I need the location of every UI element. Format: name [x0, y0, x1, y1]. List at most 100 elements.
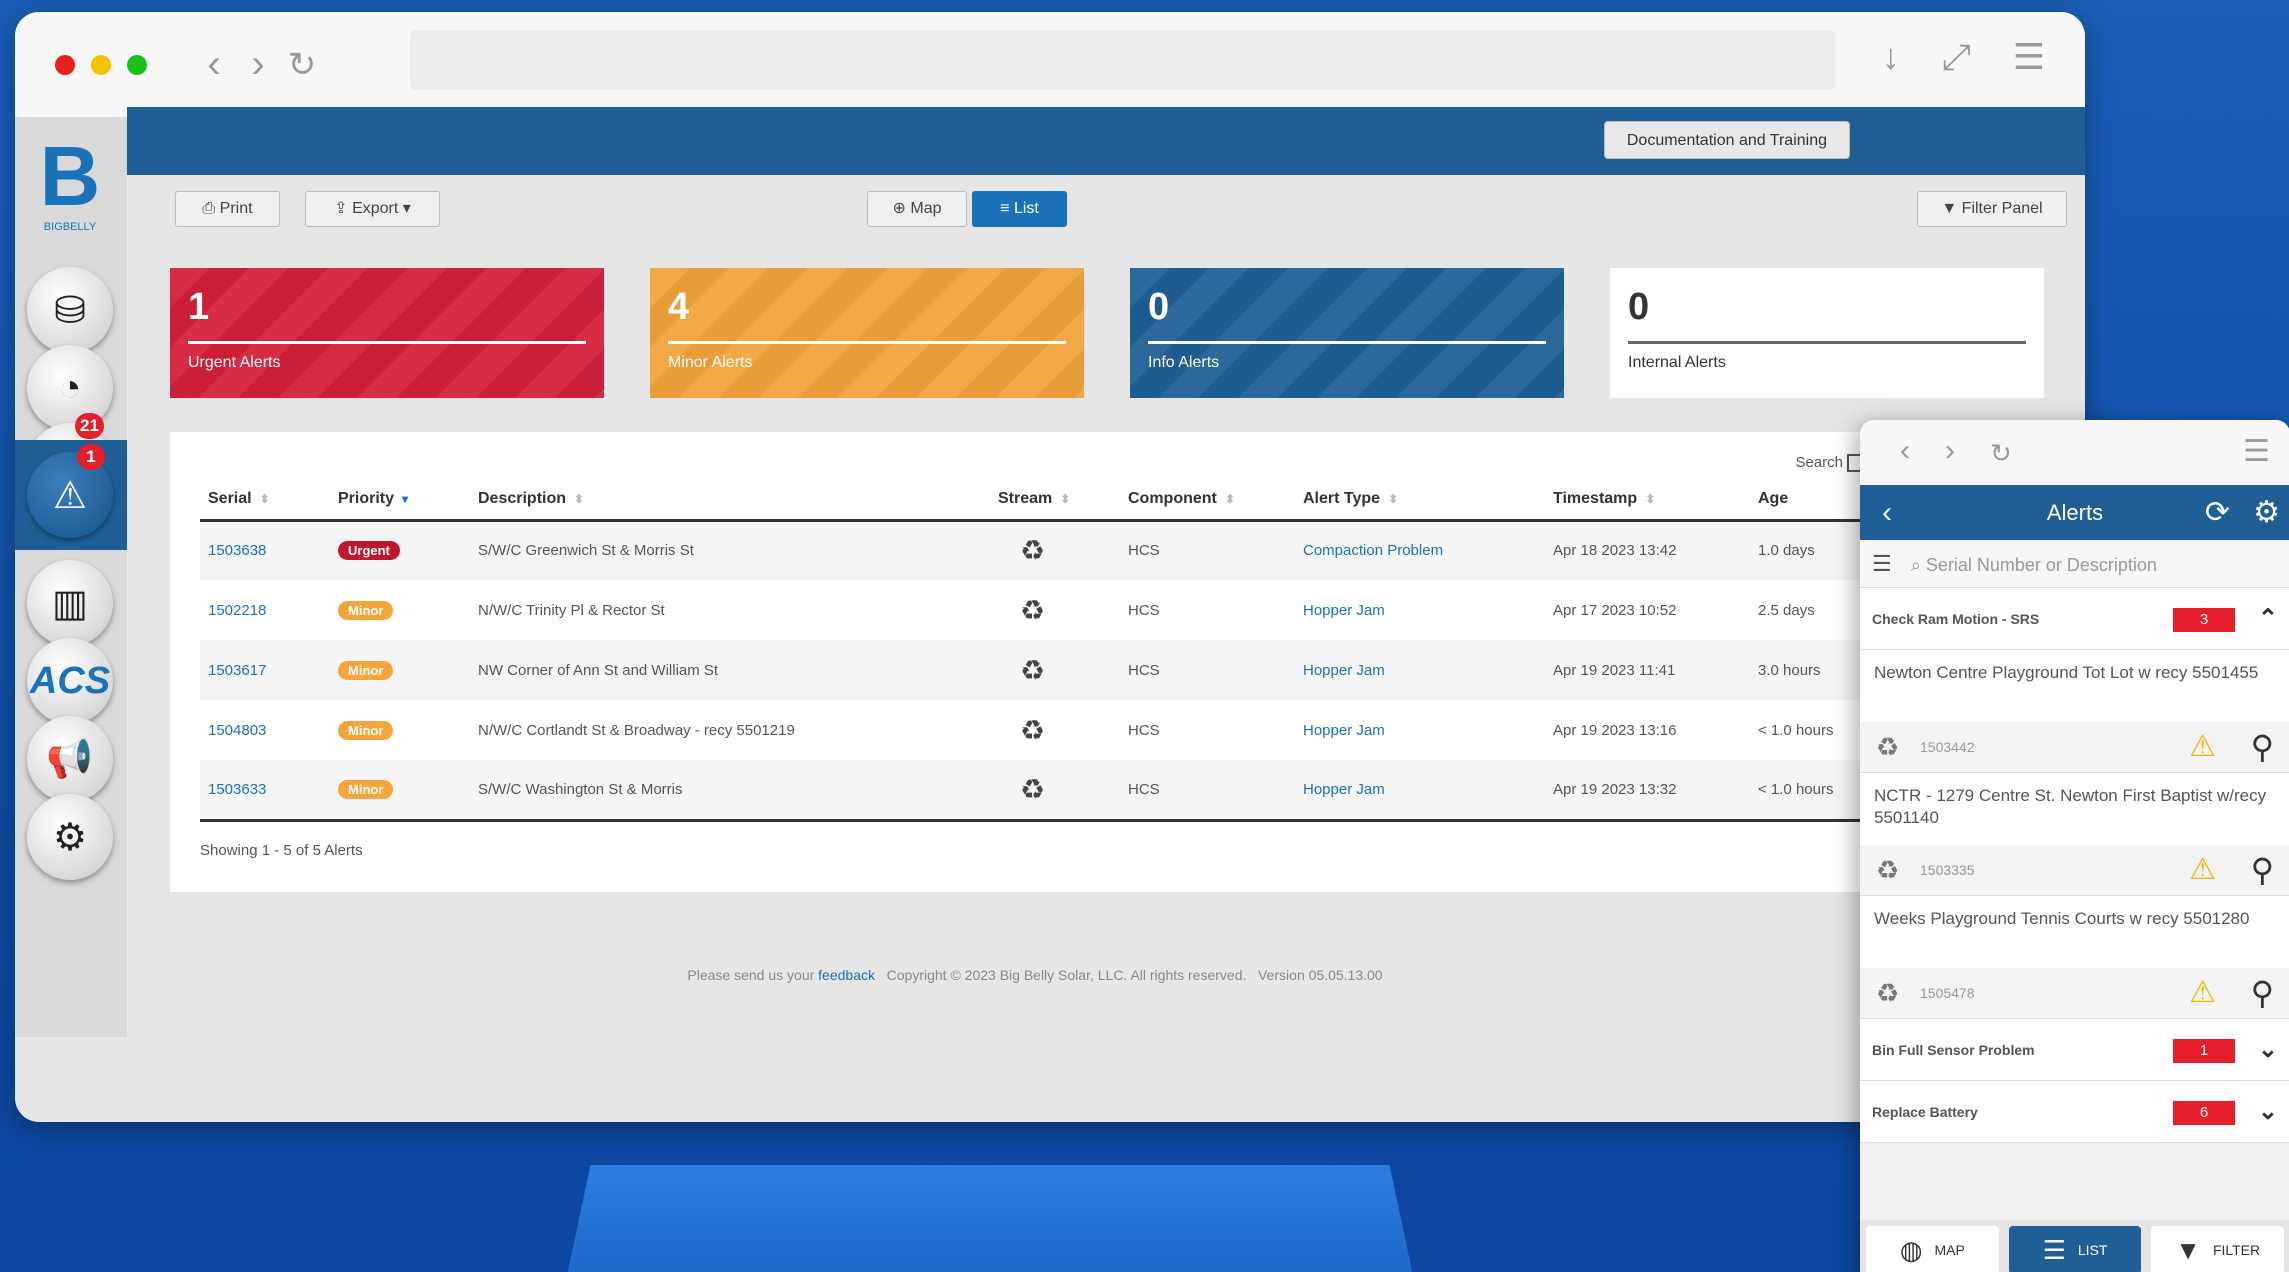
refresh-icon[interactable]: ⟳	[2205, 485, 2230, 540]
alert-type-link[interactable]: Hopper Jam	[1303, 662, 1385, 679]
col-component[interactable]: Component ⬍	[1120, 480, 1295, 522]
reload-icon[interactable]: ↻	[285, 45, 319, 85]
sidebar-settings-button[interactable]: ⚙	[27, 794, 113, 880]
mobile-menu-icon[interactable]: ☰	[2243, 434, 2270, 469]
gear-icon[interactable]: ⚙	[2253, 485, 2280, 540]
item-title: Newton Centre Playground Tot Lot w recy …	[1874, 663, 2259, 682]
footer-version: Version 05.05.13.00	[1258, 967, 1383, 983]
zoom-icon[interactable]: ⚲	[2251, 722, 2274, 772]
sidebar-announcements-button[interactable]: 📢	[27, 716, 113, 802]
chevron-down-icon[interactable]: ⌄	[2258, 1081, 2278, 1143]
serial-link[interactable]: 1503638	[208, 542, 266, 559]
filter-panel-button[interactable]: ▼ Filter Panel	[1917, 191, 2067, 227]
zoom-icon[interactable]: ⚲	[2251, 968, 2274, 1018]
back-arrow-icon[interactable]: ‹	[1882, 485, 1892, 540]
col-priority[interactable]: Priority ▾	[330, 480, 470, 522]
close-window-dot[interactable]	[55, 54, 75, 75]
bin-dashboard-icon: ⛁	[54, 289, 86, 332]
internal-alerts-card[interactable]: 0 Internal Alerts	[1610, 268, 2044, 398]
col-alert-type[interactable]: Alert Type ⬍	[1295, 480, 1545, 522]
alert-group-check-ram[interactable]: Check Ram Motion - SRS 3 ⌃	[1860, 588, 2289, 650]
zoom-icon[interactable]: ⚲	[2251, 845, 2274, 895]
table-row[interactable]: 1504803 Minor N/W/C Cortlandt St & Broad…	[200, 700, 1890, 760]
sort-lines-icon[interactable]: ☰	[1872, 551, 1892, 576]
minor-label: Minor Alerts	[668, 354, 753, 371]
info-alerts-card[interactable]: 0 Info Alerts	[1130, 268, 1564, 398]
col-label: Alert Type	[1303, 490, 1381, 508]
maximize-window-dot[interactable]	[127, 54, 147, 75]
serial-link[interactable]: 1504803	[208, 722, 266, 739]
alert-type-link[interactable]: Hopper Jam	[1303, 602, 1385, 619]
back-icon[interactable]: ‹	[197, 42, 231, 87]
minor-alerts-card[interactable]: 4 Minor Alerts	[650, 268, 1084, 398]
warning-icon: ⚠	[2189, 853, 2216, 886]
component-cell: HCS	[1120, 520, 1295, 580]
sort-icon: ⬍	[1388, 492, 1399, 507]
mobile-filter-tab[interactable]: ▼ FILTER	[2151, 1226, 2285, 1272]
chevron-up-icon[interactable]: ⌃	[2258, 588, 2278, 650]
col-stream[interactable]: Stream ⬍	[990, 480, 1120, 522]
urgent-alerts-card[interactable]: 1 Urgent Alerts	[170, 268, 604, 398]
chevron-down-icon[interactable]: ⌄	[2258, 1019, 2278, 1081]
list-icon: ≡	[1000, 200, 1014, 217]
serial-link[interactable]: 1503617	[208, 662, 266, 679]
list-item[interactable]: NCTR - 1279 Centre St. Newton First Bapt…	[1860, 773, 2289, 896]
export-label: Export	[352, 200, 399, 217]
list-item[interactable]: Weeks Playground Tennis Courts w recy 55…	[1860, 896, 2289, 1019]
priority-badge: Urgent	[338, 541, 400, 561]
alert-type-link[interactable]: Compaction Problem	[1303, 542, 1443, 559]
item-detail-row: ♻ 1503335 ⚠ ⚲	[1860, 845, 2289, 895]
minimize-window-dot[interactable]	[91, 54, 111, 75]
list-view-button[interactable]: ≡ List	[972, 191, 1067, 227]
serial-link[interactable]: 1503633	[208, 781, 266, 798]
sidebar-alerts-active: ⚠ 1	[15, 440, 127, 550]
forward-icon[interactable]: ›	[241, 42, 275, 87]
mobile-list-tab[interactable]: ☰ LIST	[2008, 1226, 2142, 1272]
mobile-forward-icon[interactable]: ›	[1945, 434, 1955, 468]
bigbelly-logo: B BIGBELLY	[37, 131, 103, 239]
alert-type-link[interactable]: Hopper Jam	[1303, 722, 1385, 739]
sidebar-dashboard-button[interactable]: ⛁	[27, 267, 113, 353]
address-bar[interactable]	[410, 30, 1835, 90]
print-button[interactable]: ⎙ Print	[175, 191, 280, 227]
search-control[interactable]: Search	[1795, 454, 1865, 473]
alert-group-bin-full[interactable]: Bin Full Sensor Problem 1 ⌄	[1860, 1019, 2289, 1081]
sidebar-acs-button[interactable]: ACS	[27, 638, 113, 724]
mobile-search-bar[interactable]: ☰ ⌕ Serial Number or Description	[1860, 540, 2289, 588]
menu-icon[interactable]: ☰	[2013, 36, 2045, 79]
fullscreen-icon[interactable]: ⤢	[1942, 36, 1971, 79]
item-serial: 1505478	[1920, 985, 1975, 1001]
trash-can-icon: ♻	[1876, 855, 1900, 885]
item-title: NCTR - 1279 Centre St. Newton First Bapt…	[1874, 786, 2267, 827]
list-item[interactable]: Newton Centre Playground Tot Lot w recy …	[1860, 650, 2289, 773]
description-cell: N/W/C Trinity Pl & Rector St	[478, 601, 665, 619]
col-description[interactable]: Description ⬍	[470, 480, 990, 522]
col-label: Component	[1128, 490, 1217, 508]
export-button[interactable]: ⇪ Export ▾	[305, 191, 440, 227]
mobile-back-icon[interactable]: ‹	[1900, 434, 1910, 468]
group-count-badge: 3	[2173, 608, 2235, 632]
serial-link[interactable]: 1502218	[208, 602, 266, 619]
acs-icon: ACS	[29, 659, 111, 702]
table-row[interactable]: 1503638 Urgent S/W/C Greenwich St & Morr…	[200, 520, 1890, 580]
table-row[interactable]: 1502218 Minor N/W/C Trinity Pl & Rector …	[200, 580, 1890, 640]
filter-icon: ▼	[1941, 200, 1962, 217]
col-timestamp[interactable]: Timestamp ⬍	[1545, 480, 1750, 522]
mobile-map-tab[interactable]: ◍ MAP	[1866, 1226, 1999, 1272]
table-row[interactable]: 1503617 Minor NW Corner of Ann St and Wi…	[200, 640, 1890, 700]
component-cell: HCS	[1120, 640, 1295, 700]
alert-group-replace-battery[interactable]: Replace Battery 6 ⌄	[1860, 1081, 2289, 1143]
map-view-button[interactable]: ⊕ Map	[867, 191, 967, 227]
table-row[interactable]: 1503633 Minor S/W/C Washington St & Morr…	[200, 760, 1890, 822]
feedback-link[interactable]: feedback	[818, 967, 875, 983]
sidebar-reports-button[interactable]: ▥	[27, 560, 113, 646]
table-header-row: Serial ⬍ Priority ▾ Description ⬍ Stream ⬍ C…	[200, 480, 1890, 522]
alert-type-link[interactable]: Hopper Jam	[1303, 781, 1385, 798]
mobile-reload-icon[interactable]: ↻	[1990, 438, 2012, 469]
toolbar: ⎙ Print ⇪ Export ▾ ⊕ Map ≡ List ▼ Filter…	[127, 175, 2085, 248]
documentation-training-button[interactable]: Documentation and Training	[1603, 121, 1850, 159]
download-icon[interactable]: ↓	[1882, 36, 1900, 79]
alerts-table: Serial ⬍ Priority ▾ Description ⬍ Stream ⬍ C…	[200, 480, 1890, 822]
trash-stream-icon: ♻	[1020, 535, 1046, 567]
col-serial[interactable]: Serial ⬍	[200, 480, 330, 522]
